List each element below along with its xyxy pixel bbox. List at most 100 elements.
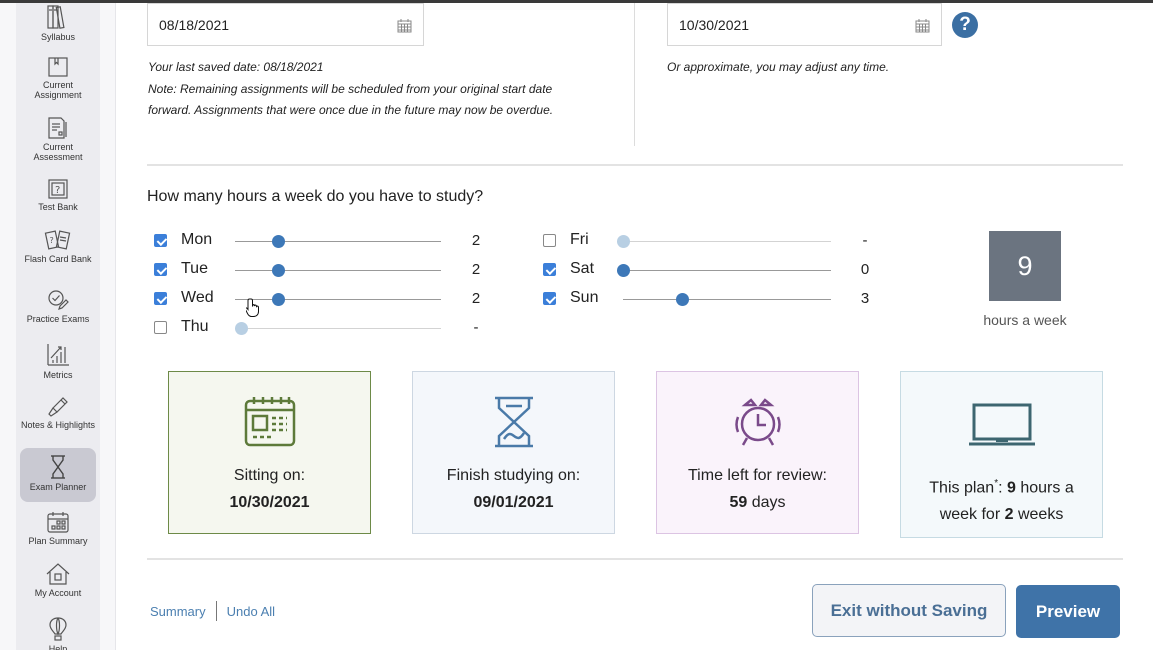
calendar-icon[interactable] xyxy=(397,18,412,33)
hourglass-icon xyxy=(51,455,65,479)
hourglass-icon xyxy=(494,396,533,448)
hours-slider-track[interactable] xyxy=(617,270,831,271)
books-icon xyxy=(47,5,65,29)
plan-hours-value: 9 xyxy=(1007,479,1016,497)
plan-weeks-value: 2 xyxy=(1004,506,1014,524)
alarm-clock-icon xyxy=(734,398,781,446)
review-days-suffix: days xyxy=(747,494,786,511)
hours-slider-track[interactable] xyxy=(235,328,441,329)
laptop-icon xyxy=(968,403,1035,446)
day-checkbox[interactable] xyxy=(543,263,556,276)
check-pencil-icon xyxy=(48,290,69,310)
start-date-input[interactable]: 08/18/2021 xyxy=(147,3,424,46)
sidebar-item-label: Syllabus xyxy=(40,32,76,42)
day-label: Thu xyxy=(181,318,209,335)
plan-prefix: This plan xyxy=(929,479,995,497)
start-date-value: 08/18/2021 xyxy=(159,16,230,33)
review-days: 59 days xyxy=(729,489,785,516)
total-hours-box: 9 xyxy=(989,231,1061,301)
exam-date-note: Or approximate, you may adjust any time. xyxy=(667,60,890,74)
day-row-thu: Thu - xyxy=(117,317,917,339)
svg-text:?: ? xyxy=(55,185,60,196)
hours-slider-thumb[interactable] xyxy=(617,264,630,277)
hours-slider-track[interactable] xyxy=(617,241,831,242)
day-hours-value: - xyxy=(473,319,479,336)
sidebar-item-syllabus[interactable]: Syllabus xyxy=(20,4,96,48)
day-hours-value: - xyxy=(862,232,868,249)
plan-weeks-suffix: weeks xyxy=(1013,506,1064,524)
start-date-note: Your last saved date: 08/18/2021 Note: R… xyxy=(148,57,598,122)
preview-button[interactable]: Preview xyxy=(1016,585,1120,638)
question-book-icon: ? xyxy=(48,179,68,199)
top-window-bar xyxy=(0,0,1153,3)
exam-date-input[interactable]: 10/30/2021 xyxy=(667,3,942,46)
exit-without-saving-button[interactable]: Exit without Saving xyxy=(812,584,1006,637)
review-days-value: 59 xyxy=(729,494,748,511)
undo-all-link[interactable]: Undo All xyxy=(227,604,275,619)
svg-text:?: ? xyxy=(50,236,54,245)
hand-cursor-icon xyxy=(246,298,259,317)
highlighter-icon xyxy=(48,397,68,417)
day-label: Sat xyxy=(570,260,595,277)
exam-planner-main: 08/18/2021 Your last saved date: 08/18/2… xyxy=(117,0,1153,650)
sidebar-item-label: Flash Card Bank xyxy=(24,254,92,264)
day-checkbox[interactable] xyxy=(154,321,167,334)
day-row-sat: Sat 0 xyxy=(117,259,917,281)
total-hours-label: hours a week xyxy=(983,312,1067,328)
footer-divider xyxy=(147,558,1123,560)
summary-link[interactable]: Summary xyxy=(150,604,206,619)
finish-date-value: 09/01/2021 xyxy=(473,494,554,511)
sidebar-item-current-assignment[interactable]: Current Assignment xyxy=(20,56,96,106)
sidebar-item-label: Test Bank xyxy=(38,202,78,212)
sidebar-item-label: Practice Exams xyxy=(26,314,90,324)
help-question-icon[interactable]: ? xyxy=(952,12,978,38)
sitting-label: Sitting on: xyxy=(233,467,306,484)
sidebar-item-test-bank[interactable]: ? Test Bank xyxy=(20,178,96,218)
calendar-grid-icon xyxy=(47,512,69,533)
hours-slider-thumb[interactable] xyxy=(617,235,630,248)
study-hours-question: How many hours a week do you have to stu… xyxy=(147,188,484,205)
plan-summary-card: This plan*: 9 hours a week for 2 weeks xyxy=(900,371,1103,538)
sidebar-item-help[interactable]: Help xyxy=(20,616,96,650)
calendar-icon xyxy=(244,397,295,447)
sitting-date-value: 10/30/2021 xyxy=(229,494,310,511)
link-separator xyxy=(215,601,217,621)
sidebar-item-label: Exam Planner xyxy=(29,482,87,492)
sidebar-item-my-account[interactable]: My Account xyxy=(20,562,96,604)
sidebar-item-label: Metrics xyxy=(43,370,73,380)
section-divider xyxy=(147,164,1123,166)
sidebar-item-label: Current Assignment xyxy=(34,80,82,100)
calendar-icon[interactable] xyxy=(915,18,930,33)
sitting-date-card: Sitting on: 10/30/2021 xyxy=(168,371,371,534)
sidebar-item-current-assessment[interactable]: Current Assessment xyxy=(20,116,96,166)
sidebar-panel: Syllabus Current Assignment Current Asse… xyxy=(0,0,116,650)
hours-slider-thumb[interactable] xyxy=(676,293,690,306)
day-label: Sun xyxy=(570,289,599,306)
sidebar-item-plan-summary[interactable]: Plan Summary xyxy=(20,510,96,550)
day-hours-value: 3 xyxy=(860,290,870,307)
reschedule-note-text: Note: Remaining assignments will be sche… xyxy=(148,81,554,118)
column-divider xyxy=(634,0,635,146)
footer-links: Summary Undo All xyxy=(150,601,275,621)
sidebar-item-notes-highlights[interactable]: Notes & Highlights xyxy=(20,394,96,444)
document-pen-icon xyxy=(48,117,67,139)
sidebar-item-label: Plan Summary xyxy=(28,536,88,546)
flash-cards-icon: ? xyxy=(44,230,71,250)
hours-slider-thumb[interactable] xyxy=(235,322,248,335)
bar-chart-icon xyxy=(47,344,69,366)
sidebar-item-metrics[interactable]: Metrics xyxy=(20,342,96,382)
finish-date-card: Finish studying on: 09/01/2021 xyxy=(412,371,615,534)
last-saved-date-text: Your last saved date: 08/18/2021 xyxy=(148,60,324,74)
day-checkbox[interactable] xyxy=(543,292,556,305)
day-checkbox[interactable] xyxy=(543,234,556,247)
sidebar-nav: Syllabus Current Assignment Current Asse… xyxy=(16,0,100,650)
sidebar-item-flash-card-bank[interactable]: ? Flash Card Bank xyxy=(20,228,96,278)
exam-date-value: 10/30/2021 xyxy=(679,16,750,33)
day-row-sun: Sun 3 xyxy=(117,288,917,310)
hours-slider-track[interactable] xyxy=(623,299,831,300)
sidebar-item-practice-exams[interactable]: Practice Exams xyxy=(20,288,96,330)
review-time-card: Time left for review: 59 days xyxy=(656,371,859,534)
sidebar-item-exam-planner[interactable]: Exam Planner xyxy=(20,448,96,502)
sidebar-item-label: Help xyxy=(48,644,68,650)
plan-colon: : xyxy=(998,479,1007,497)
